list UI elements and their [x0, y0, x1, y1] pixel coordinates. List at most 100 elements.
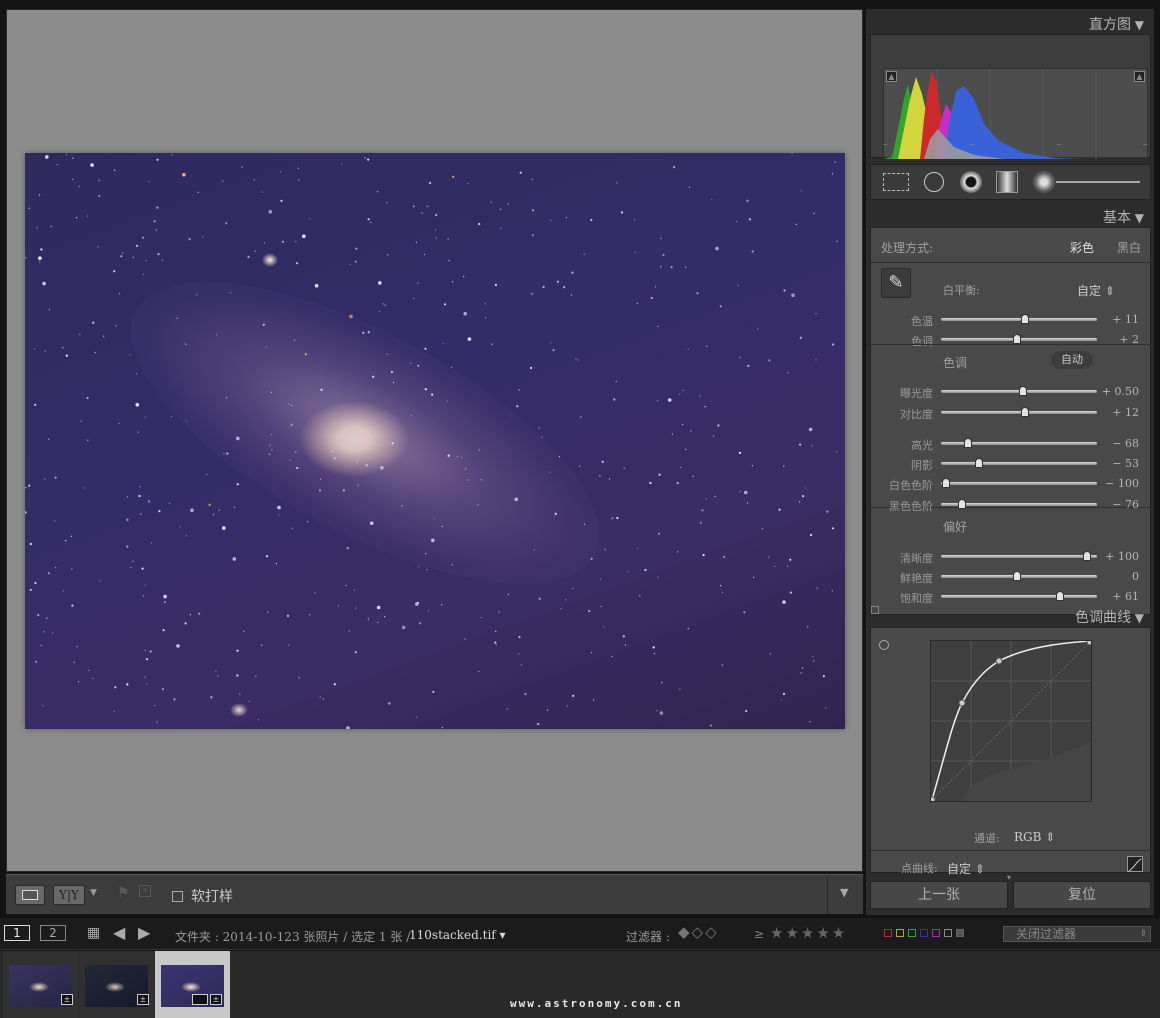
exposure-slider-thumb[interactable] [1019, 386, 1028, 396]
yellow-label-icon[interactable] [896, 929, 904, 937]
temp-slider[interactable] [941, 318, 1097, 321]
blacks-value[interactable]: − 76 [1099, 498, 1139, 511]
secondary-display-button[interactable]: 2 [40, 925, 66, 941]
red-eye-icon[interactable] [960, 171, 982, 193]
temp-value[interactable]: + 11 [1099, 313, 1139, 326]
blue-label-icon[interactable] [920, 929, 928, 937]
contrast-slider-thumb[interactable] [1020, 407, 1029, 417]
star [270, 391, 272, 393]
no-label-icon[interactable] [944, 929, 952, 937]
whites-slider-thumb[interactable] [941, 478, 950, 488]
crop-tool-icon[interactable] [883, 173, 909, 191]
tone-curve-header[interactable]: 色调曲线 [1075, 607, 1144, 627]
star [309, 218, 311, 220]
color-label-filter[interactable] [884, 929, 964, 937]
clarity-slider-thumb[interactable] [1082, 551, 1091, 561]
dropdown-arrow-icon[interactable]: ▼ [90, 888, 97, 898]
shadows-slider-thumb[interactable] [975, 458, 983, 468]
exposure-value[interactable]: + 0.50 [1099, 385, 1139, 398]
highlight-clipping-icon[interactable]: ▲ [1134, 71, 1145, 82]
filmstrip-thumbnail[interactable]: ± [3, 951, 78, 1018]
brush-slider[interactable] [1056, 181, 1140, 183]
grid-icon[interactable]: ▦ [87, 925, 103, 941]
green-label-icon[interactable] [908, 929, 916, 937]
reject-flag-icon[interactable]: × [139, 885, 151, 897]
previous-settings-button[interactable]: 上一张 [870, 881, 1008, 909]
star [799, 336, 802, 339]
highlights-slider-thumb[interactable] [964, 438, 973, 448]
red-label-icon[interactable] [884, 929, 892, 937]
star [130, 567, 132, 569]
star [563, 286, 566, 289]
saturation-slider[interactable] [941, 595, 1097, 598]
toolbar-menu-button[interactable]: ▼ [827, 875, 863, 914]
star [314, 283, 319, 288]
contrast-slider[interactable] [941, 411, 1097, 414]
star [565, 599, 567, 601]
shadows-value[interactable]: − 53 [1099, 457, 1139, 470]
tone-curve-graph[interactable] [928, 638, 1094, 804]
tint-slider-thumb[interactable] [1013, 334, 1021, 344]
saturation-value[interactable]: + 61 [1099, 590, 1139, 603]
wb-select[interactable]: 自定 ⇕ [1077, 282, 1115, 299]
primary-display-button[interactable]: 1 [4, 925, 30, 941]
treatment-bw-button[interactable]: 黑白 [1117, 239, 1141, 256]
star [46, 617, 48, 619]
other-label-icon[interactable] [956, 929, 964, 937]
vibrance-slider-thumb[interactable] [1013, 571, 1021, 581]
graduated-filter-icon[interactable] [996, 171, 1018, 193]
compare-view-button[interactable]: Y|Y [53, 885, 85, 905]
star [182, 172, 186, 177]
histogram-header[interactable]: 直方图 [1089, 14, 1144, 34]
clarity-value[interactable]: + 100 [1099, 550, 1139, 563]
basic-header[interactable]: 基本 [1103, 207, 1144, 227]
temp-slider-thumb[interactable] [1020, 314, 1029, 324]
point-curve-edit-icon[interactable] [1127, 856, 1143, 872]
auto-tone-button[interactable]: 自动 [1051, 351, 1093, 369]
photo-viewer[interactable] [6, 9, 863, 872]
adjustment-brush-icon[interactable] [1033, 171, 1055, 193]
shadows-slider[interactable] [941, 462, 1097, 465]
purple-label-icon[interactable] [932, 929, 940, 937]
filter-preset-select[interactable]: 关闭过滤器 ⇕ [1003, 926, 1151, 942]
checkbox-icon[interactable] [172, 891, 183, 902]
star [550, 219, 552, 221]
curve-toggle[interactable] [871, 606, 879, 614]
filename-dropdown[interactable]: 110stacked.tif ▾ [409, 928, 506, 942]
rating-operator[interactable]: ≥ [754, 927, 764, 941]
wb-eyedropper-icon[interactable]: ✎ [881, 268, 911, 298]
pointcurve-select[interactable]: 自定 ⇕ [947, 860, 985, 877]
blacks-slider-thumb[interactable] [958, 499, 967, 509]
saturation-slider-thumb[interactable] [1055, 591, 1064, 601]
contrast-value[interactable]: + 12 [1099, 406, 1139, 419]
back-arrow-icon[interactable]: ◀ [113, 923, 125, 942]
flag-filter-icons[interactable]: ◆◇◇ [678, 923, 719, 941]
star [533, 549, 535, 551]
star [673, 166, 676, 169]
whites-slider[interactable] [941, 482, 1097, 485]
clarity-slider[interactable] [941, 555, 1097, 558]
channel-select[interactable]: RGB ⇕ [1014, 830, 1055, 844]
main-photo[interactable] [25, 153, 845, 729]
star [431, 393, 434, 396]
star [382, 303, 384, 305]
star-rating-filter-icons[interactable]: ★★★★★ [770, 924, 847, 942]
forward-arrow-icon[interactable]: ▶ [138, 923, 150, 942]
star [298, 179, 300, 181]
star [687, 348, 689, 350]
softproof-toggle[interactable]: 软打样 [172, 886, 233, 906]
star [499, 208, 502, 210]
target-adjust-icon[interactable] [879, 640, 889, 650]
filmstrip-thumbnail[interactable]: ± [79, 951, 154, 1018]
whites-value[interactable]: − 100 [1099, 477, 1139, 490]
treatment-color-button[interactable]: 彩色 [1070, 239, 1094, 256]
spot-removal-icon[interactable] [924, 172, 944, 192]
shadow-clipping-icon[interactable]: ▲ [886, 71, 897, 82]
reset-button[interactable]: 复位 [1013, 881, 1151, 909]
star [783, 465, 785, 467]
loupe-view-button[interactable] [15, 885, 45, 905]
flag-icon[interactable]: ⚑ [117, 885, 130, 901]
filmstrip-thumbnail-selected[interactable]: ± [155, 951, 230, 1018]
vibrance-value[interactable]: 0 [1099, 570, 1139, 583]
highlights-value[interactable]: − 68 [1099, 437, 1139, 450]
